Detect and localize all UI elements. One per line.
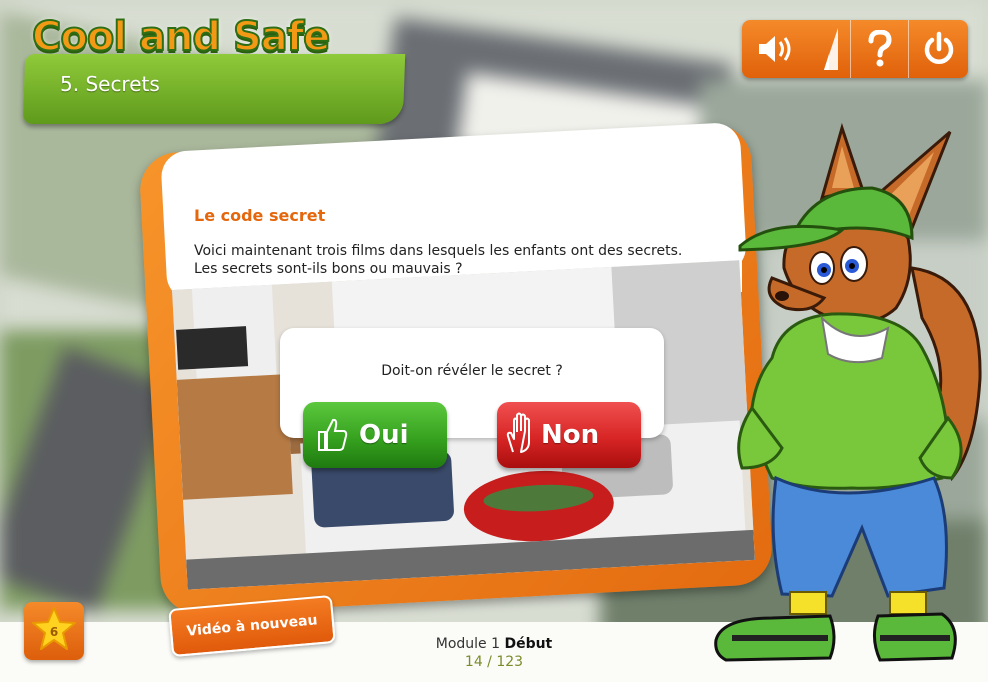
question-icon [865,30,895,68]
card-text-line: Voici maintenant trois films dans lesque… [194,243,683,259]
volume-level-icon [820,24,842,74]
module-label: Module 1 [435,636,500,652]
chapter-title: 5. Secrets [60,72,160,96]
page-counter: 14 / 123 [464,654,524,670]
app-title: Cool and Safe [31,13,331,61]
thumbs-up-icon [315,416,349,461]
kangaroo-mascot [712,118,988,668]
card-heading: Le code secret [194,206,326,225]
sound-button[interactable] [742,20,812,78]
no-label: Non [541,420,600,450]
quit-button[interactable] [908,20,968,78]
no-button[interactable]: Non [497,402,641,468]
power-icon [922,31,956,67]
module-part: Début [504,636,553,652]
speaker-volume-icon [755,32,799,66]
stop-hand-icon [505,412,539,461]
toolbar [742,20,968,78]
help-button[interactable] [850,20,908,78]
dialog-question: Doit-on révéler le secret ? [381,363,563,379]
yes-button[interactable]: Oui [303,402,447,468]
yes-label: Oui [359,420,409,450]
module-indicator: Module 1 Début [380,636,608,652]
stars-count: 6 [49,625,59,639]
volume-slider[interactable] [812,20,850,78]
